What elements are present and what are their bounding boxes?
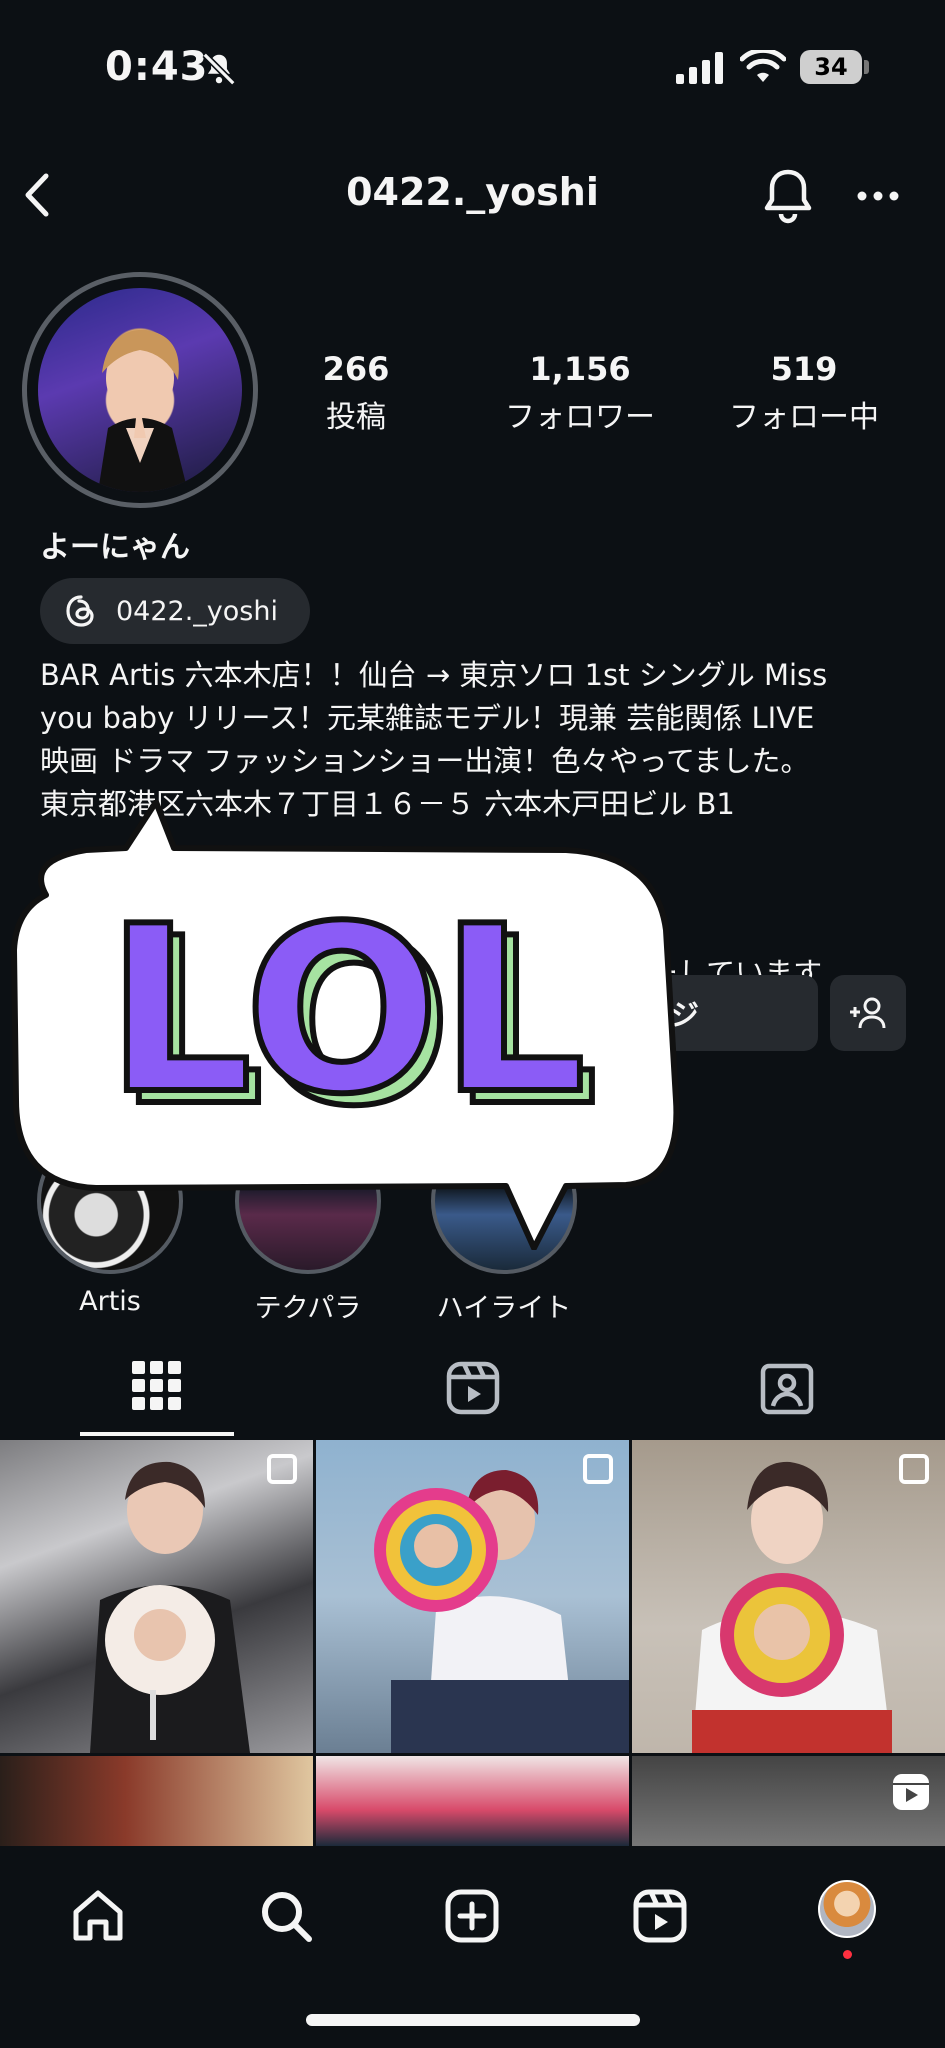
reels-nav-icon [633, 1889, 687, 1943]
posts-stat[interactable]: 266 投稿 [256, 350, 456, 436]
home-icon [73, 1890, 123, 1941]
create-icon [445, 1889, 499, 1943]
notification-dot [843, 1950, 852, 1959]
add-user-icon [850, 997, 886, 1029]
highlight-label: ハイライト [436, 1293, 572, 1324]
bell-icon[interactable] [760, 166, 816, 226]
posts-count: 266 [322, 350, 390, 388]
post-thumbnail[interactable] [316, 1440, 629, 1753]
lol-sticker[interactable]: LOL LOL [6, 800, 686, 1250]
battery-cap [864, 60, 869, 74]
signal-icon [676, 52, 723, 84]
following-label: フォロー中 [729, 400, 879, 435]
grid-icon [132, 1361, 181, 1410]
following-stat[interactable]: 519 フォロー中 [704, 350, 904, 436]
wifi-icon [740, 50, 786, 82]
reel-post-icon [893, 1774, 929, 1810]
tab-grid[interactable] [80, 1340, 234, 1436]
add-user-button[interactable] [830, 975, 906, 1051]
tagged-icon [760, 1363, 814, 1415]
home-indicator [306, 2014, 640, 2026]
highlight-label: テクパラ [254, 1293, 362, 1324]
post-thumbnail[interactable] [0, 1440, 313, 1753]
followers-label: フォロワー [505, 400, 655, 435]
threads-badge[interactable]: 0422._yoshi [40, 578, 310, 644]
display-name: よーにゃん [40, 530, 190, 565]
more-icon[interactable] [856, 190, 900, 202]
mute-icon [202, 52, 236, 86]
multi-post-icon [267, 1454, 297, 1484]
nav-reels[interactable] [620, 1876, 700, 1956]
nav-search[interactable] [246, 1876, 326, 1956]
bio-line: BAR Artis 六本木店！！仙台 → 東京ソロ 1st シングル Miss [40, 658, 828, 692]
tab-reels[interactable] [396, 1340, 550, 1436]
threads-handle: 0422._yoshi [116, 595, 278, 627]
search-icon [262, 1892, 312, 1942]
battery-indicator: 34 [800, 50, 862, 84]
post-thumbnail[interactable] [0, 1756, 313, 1846]
nav-profile-avatar[interactable] [818, 1880, 876, 1938]
followers-stat[interactable]: 1,156 フォロワー [480, 350, 680, 436]
nav-create[interactable] [432, 1876, 512, 1956]
post-thumbnail[interactable] [316, 1756, 629, 1846]
posts-label: 投稿 [326, 400, 386, 435]
reels-icon [446, 1361, 500, 1415]
nav-home[interactable] [58, 1876, 138, 1956]
lol-sticker-text: LOL [106, 878, 586, 1145]
post-thumbnail[interactable] [632, 1756, 945, 1846]
bio-line: 映画 ドラマ ファッションショー出演！色々やってました。 [40, 744, 810, 778]
tab-tagged[interactable] [710, 1340, 864, 1436]
multi-post-icon [583, 1454, 613, 1484]
post-thumbnail[interactable] [632, 1440, 945, 1753]
avatar[interactable] [38, 288, 242, 492]
multi-post-icon [899, 1454, 929, 1484]
threads-icon [66, 595, 94, 627]
highlight-label: Artis [79, 1286, 141, 1317]
following-count: 519 [770, 350, 838, 388]
followers-count: 1,156 [529, 350, 631, 388]
bio-line: you baby リリース！元某雑誌モデル！現兼 芸能関係 LIVE [40, 701, 815, 735]
status-time: 0:43 [105, 44, 209, 90]
